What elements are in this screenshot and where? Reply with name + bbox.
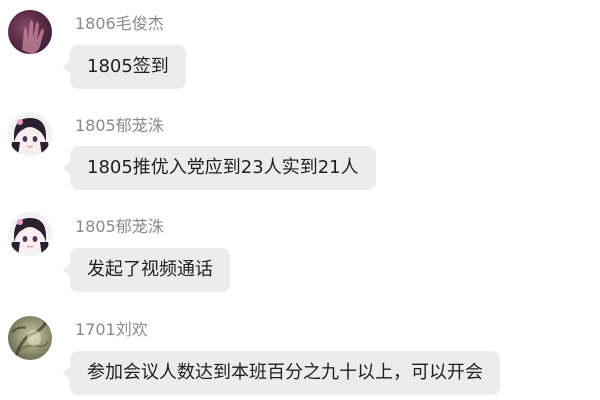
sender-name: 1701刘欢 [75,320,148,339]
user-avatar-hand-icon[interactable] [8,10,52,54]
message-bubble[interactable]: 1805推优入党应到23人实到21人 [63,146,376,190]
message-bubble[interactable]: 参加会议人数达到本班百分之九十以上，可以开会 [63,351,500,395]
user-avatar-anime-girl-icon[interactable] [8,112,52,156]
sender-name: 1806毛俊杰 [75,14,164,33]
user-avatar-anime-girl-icon[interactable] [8,212,52,256]
message-bubble[interactable]: 1805签到 [63,45,186,89]
sender-name: 1805郁茏洙 [75,217,164,236]
sender-name: 1805郁茏洙 [75,116,164,135]
message-bubble[interactable]: 发起了视频通话 [63,248,230,292]
user-avatar-ink-painting-icon[interactable] [8,316,52,360]
